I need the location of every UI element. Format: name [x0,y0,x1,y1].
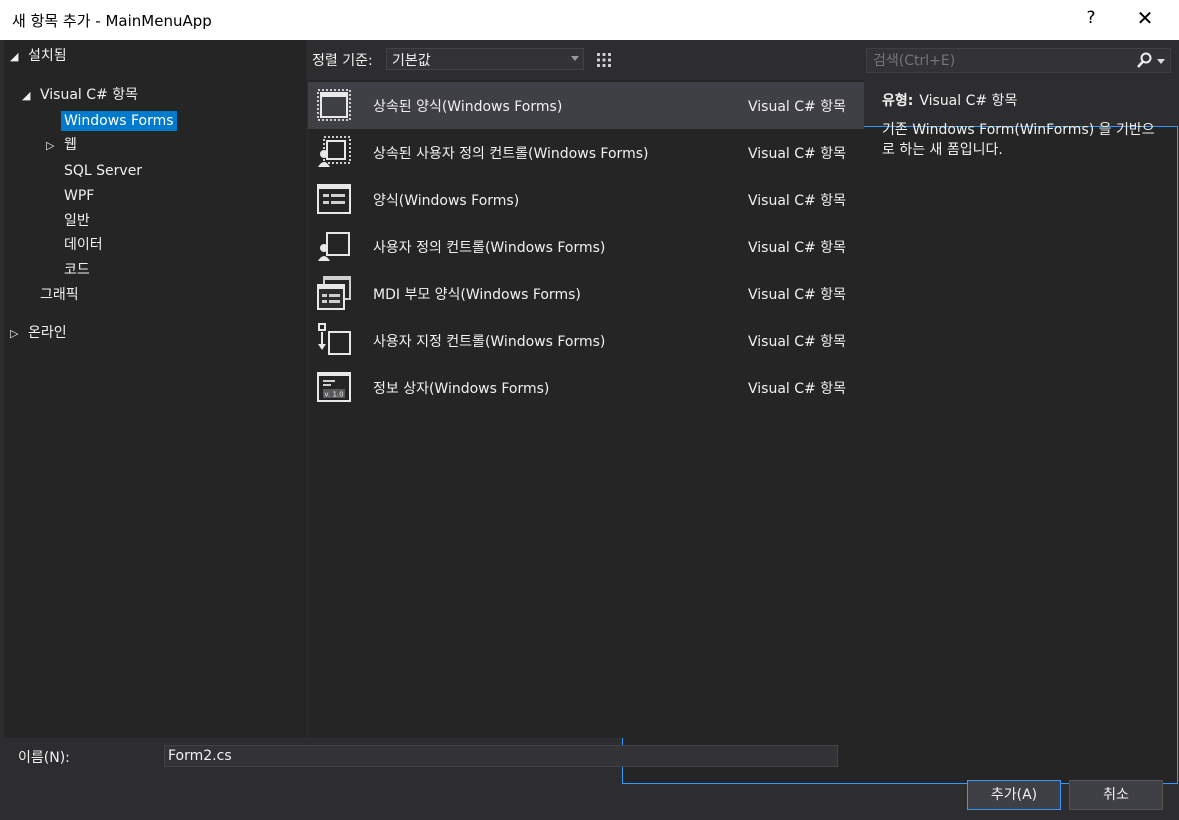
template-category: Visual C# 항목 [748,381,846,397]
collapsed-arrow-icon: ▷ [10,327,19,340]
about-version-text: v. 1.0 [324,391,343,399]
template-category: Visual C# 항목 [748,334,846,350]
template-name: 사용자 지정 컨트롤(Windows Forms) [373,334,606,350]
details-type: 유형: Visual C# 항목 [882,90,1167,110]
chevron-down-icon [571,56,579,61]
tree-node-label: Windows Forms [61,111,177,131]
tree-node-label: 그래픽 [40,287,79,303]
tree-node-label: SQL Server [64,163,143,179]
template-name: 상속된 사용자 정의 컨트롤(Windows Forms) [373,146,649,162]
tree-node-windows-forms[interactable]: Windows Forms [61,109,177,133]
tree-node-label: Visual C# 항목 [40,87,138,103]
tree-node-label: 데이터 [64,237,103,253]
collapsed-arrow-icon: ▷ [46,139,55,152]
details-type-value: Visual C# 항목 [919,93,1018,109]
close-button[interactable]: ✕ [1133,6,1157,30]
mdi-form-icon [317,276,351,310]
form-icon [317,184,351,214]
tree-node-label: 코드 [64,262,90,278]
inherited-usercontrol-icon [318,136,351,167]
search-options-chevron-icon[interactable] [1157,59,1165,64]
help-button[interactable]: ? [1081,8,1101,28]
template-category: Visual C# 항목 [748,240,846,256]
tree-node-general[interactable]: 일반 [64,209,90,233]
details-panel: 유형: Visual C# 항목 기존 Windows Form(WinForms… [882,90,1167,160]
template-category: Visual C# 항목 [748,146,846,162]
grid-view-icon [597,53,611,67]
template-name: 상속된 양식(Windows Forms) [373,99,563,115]
template-name: 사용자 정의 컨트롤(Windows Forms) [373,240,606,256]
list-item[interactable]: 사용자 정의 컨트롤(Windows Forms) Visual C# 항목 [308,223,864,270]
tree-node-label: 일반 [64,213,90,229]
template-category: Visual C# 항목 [748,99,846,115]
sort-dropdown[interactable]: 기본값 [386,48,584,70]
tree-node-web[interactable]: ▷ 웹 [46,133,77,157]
custom-control-icon [318,323,351,355]
cancel-button[interactable]: 취소 [1069,780,1163,810]
category-tree: ◢ 설치됨 ◢ Visual C# 항목 Windows Forms ▷ 웹 SQL … [4,40,307,738]
search-icon[interactable] [1136,52,1152,70]
usercontrol-icon [318,232,350,261]
title-bar: 새 항목 추가 - MainMenuApp ? ✕ [0,0,1179,40]
template-name: MDI 부모 양식(Windows Forms) [373,287,581,303]
tree-node-wpf[interactable]: WPF [64,184,94,208]
tree-node-label: 온라인 [28,325,67,341]
details-description: 기존 Windows Form(WinForms) 을 기반으로 하는 새 폼입… [882,122,1155,158]
tree-node-label: WPF [64,188,95,204]
expanded-arrow-icon: ◢ [10,50,19,63]
template-list: 상속된 양식(Windows Forms) Visual C# 항목 상속된 사… [308,80,864,738]
window-title: 새 항목 추가 - MainMenuApp [12,12,212,30]
sort-bar: 정렬 기준: 기본값 [312,46,1178,784]
list-item[interactable]: 상속된 사용자 정의 컨트롤(Windows Forms) Visual C# … [308,129,864,176]
tree-node-code[interactable]: 코드 [64,258,90,282]
expanded-arrow-icon: ◢ [22,89,31,102]
template-category: Visual C# 항목 [748,193,846,209]
tree-node-online[interactable]: ▷ 온라인 [10,321,67,345]
sort-value: 기본값 [392,53,431,69]
inherited-form-icon [317,89,351,121]
tree-node-graphics[interactable]: 그래픽 [40,283,79,307]
template-category: Visual C# 항목 [748,287,846,303]
tree-node-data[interactable]: 데이터 [64,233,103,257]
list-item[interactable]: 상속된 양식(Windows Forms) Visual C# 항목 [308,82,864,129]
tree-node-label: 설치됨 [28,48,67,64]
list-item[interactable]: MDI 부모 양식(Windows Forms) Visual C# 항목 [308,270,864,317]
name-input[interactable] [164,745,838,767]
sort-label: 정렬 기준: [312,53,373,69]
tree-node-installed[interactable]: ◢ 설치됨 [10,44,67,68]
tree-node-sql-server[interactable]: SQL Server [64,159,142,183]
details-type-label: 유형: [882,93,914,109]
about-box-icon: v. 1.0 [317,372,351,402]
name-label: 이름(N): [18,750,70,766]
template-name: 정보 상자(Windows Forms) [373,381,550,397]
tree-node-visual-cs[interactable]: ◢ Visual C# 항목 [22,83,138,107]
search-input[interactable] [867,49,1132,72]
grid-view-button[interactable] [592,48,616,72]
list-item[interactable]: 양식(Windows Forms) Visual C# 항목 [308,176,864,223]
template-name: 양식(Windows Forms) [373,193,520,209]
search-box [866,48,1171,73]
list-item[interactable]: v. 1.0 정보 상자(Windows Forms) Visual C# 항목 [308,364,864,411]
add-button[interactable]: 추가(A) [967,780,1061,810]
tree-node-label: 웹 [64,137,77,153]
list-item[interactable]: 사용자 지정 컨트롤(Windows Forms) Visual C# 항목 [308,317,864,364]
